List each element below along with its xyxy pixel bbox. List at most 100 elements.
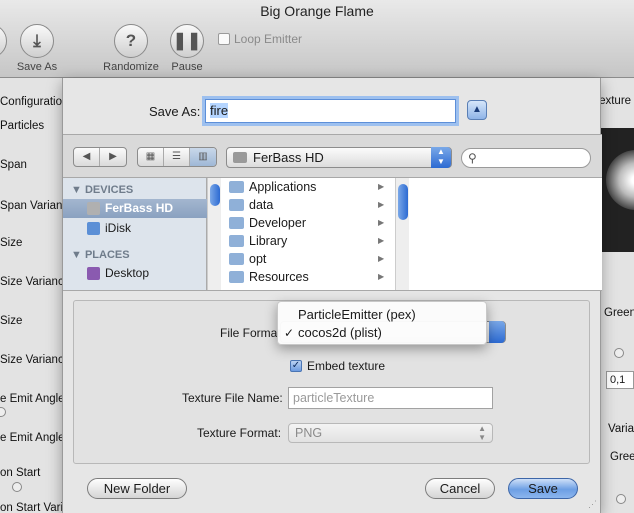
save-as-label: Save As: [149,104,201,119]
view-mode-control[interactable]: ▦ ☰ ▥ [137,147,217,167]
randomize-label: Randomize [103,61,159,73]
search-field[interactable]: ⚲ [461,148,591,168]
window-titlebar: Big Orange Flame ⤓ Save As ? Randomize ❚… [0,0,634,78]
folder-icon [229,253,244,265]
popup-arrows-icon: ▲ ▼ [431,147,451,168]
randomize-button[interactable]: ? Randomize [103,24,159,73]
expand-collapse-button[interactable]: ▲ [467,100,487,120]
devices-heading: ▼ DEVICES [71,184,134,196]
file-format-label: File Format: [220,326,285,340]
emit-angle-slider[interactable] [0,407,6,417]
loop-emitter-toggle[interactable]: Loop Emitter [218,32,302,46]
texture-format-label: Texture Format: [197,426,282,440]
file-format-menu: ParticleEmitter (pex) ✓ cocos2d (plist) [277,301,487,345]
green-variance-label: Green [610,451,634,463]
list-item[interactable]: Library ▶ [223,232,393,250]
location-popup[interactable]: FerBass HD ▲ ▼ [226,147,452,168]
menu-item-plist[interactable]: ✓ cocos2d (plist) [278,324,488,342]
rotation-start-label: on Start [0,467,41,479]
sidebar-item-desktop[interactable]: Desktop [63,264,207,283]
texture-file-name-label: Texture File Name: [182,391,283,405]
new-folder-button[interactable]: New Folder [87,478,187,499]
file-column-scrollbar[interactable] [395,178,409,290]
save-as-toolbar-button[interactable]: ⤓ Save As [9,24,65,73]
sidebar-scroll-thumb[interactable] [210,184,220,206]
chevron-right-icon: ▶ [378,272,385,281]
column-view-icon[interactable]: ▥ [190,148,216,166]
embed-texture-option[interactable]: ✓ Embed texture [290,359,385,373]
save-as-toolbar-label: Save As [16,61,58,73]
sidebar-item-ferbass-hd[interactable]: FerBass HD [63,199,207,218]
resize-grip-icon[interactable]: ⋰ [588,499,597,510]
menu-item-pex[interactable]: ParticleEmitter (pex) [278,306,488,324]
developer-folder-icon [229,217,244,229]
search-icon: ⚲ [468,151,477,165]
loop-emitter-label: Loop Emitter [234,32,303,46]
rotation-start-variance-label: on Start Varia [0,502,70,513]
rotation-start-slider[interactable] [12,482,22,492]
desktop-icon [87,267,100,280]
list-item[interactable]: Resources ▶ [223,268,393,286]
chevron-right-icon: ▶ [378,218,385,227]
window-title: Big Orange Flame [260,3,374,19]
list-item[interactable]: Applications ▶ [223,178,393,196]
file-browser: ▼ DEVICES FerBass HD iDisk ▼ PLACES Desk… [63,178,602,291]
embed-texture-checkbox[interactable]: ✓ [290,360,302,372]
list-item[interactable]: Developer ▶ [223,214,393,232]
green-variance-slider[interactable] [616,494,626,504]
idisk-icon [87,222,100,235]
list-view-icon[interactable]: ☰ [164,148,190,166]
sidebar-item-label: Desktop [105,266,150,280]
start-size-label: Size [0,237,23,249]
pause-icon: ❚❚ [170,24,204,58]
list-item[interactable]: opt ▶ [223,250,393,268]
chevron-right-icon: ▶ [378,254,385,263]
green-value-field[interactable]: 0,1 [606,371,634,389]
file-column: Applications ▶ data ▶ Developer ▶ Library ▶ … [223,178,393,286]
variance-label: Variance [608,423,634,435]
sidebar-item-idisk[interactable]: iDisk [63,219,207,238]
back-forward-control[interactable]: ◀ ▶ [73,147,127,167]
chevron-right-icon: ▶ [378,200,385,209]
green-slider[interactable] [614,348,624,358]
folder-icon [229,271,244,283]
file-column-scroll-thumb[interactable] [398,184,408,220]
hard-drive-icon [233,152,247,163]
folder-icon [229,199,244,211]
particles-label: Particles [0,120,45,132]
cancel-button[interactable]: Cancel [425,478,495,499]
sidebar-item-label: FerBass HD [105,201,174,215]
popup-arrows-icon [489,321,505,343]
chevron-right-icon: ▶ [378,182,385,191]
sidebar-item-label: iDisk [105,221,131,235]
icon-view-icon[interactable]: ▦ [138,148,164,166]
navigation-bar: ◀ ▶ ▦ ☰ ▥ FerBass HD ▲ ▼ ⚲ [63,134,602,178]
menu-item-label: cocos2d (plist) [298,325,382,340]
start-size-variance-label: Size Variance [0,276,71,288]
popup-arrows-icon: ▲ ▼ [478,424,486,442]
texture-format-value: PNG [295,426,323,440]
config-label: Configuration [0,96,69,108]
sidebar: ▼ DEVICES FerBass HD iDisk ▼ PLACES Desk… [63,178,207,290]
forward-icon[interactable]: ▶ [100,148,126,166]
save-as-icon: ⤓ [20,24,54,58]
texture-file-name-input[interactable]: particleTexture [288,387,493,409]
loop-emitter-checkbox[interactable] [218,33,230,45]
hard-drive-icon [87,202,100,215]
lifespan-label: Span [0,159,27,171]
sidebar-scrollbar[interactable] [207,178,221,290]
pause-label: Pause [171,61,203,73]
filename-input[interactable]: fire [205,99,456,123]
texture-preview [600,128,634,252]
back-icon[interactable]: ◀ [74,148,100,166]
list-item[interactable]: data ▶ [223,196,393,214]
green-label: Green [604,307,634,319]
filename-value: fire [210,103,229,118]
pause-button[interactable]: ❚❚ Pause [159,24,215,73]
texture-format-popup[interactable]: PNG ▲ ▼ [288,423,493,443]
save-button[interactable]: Save [508,478,578,499]
partial-icon [0,24,7,58]
save-sheet: Save As: fire ▲ ◀ ▶ ▦ ☰ ▥ FerBass HD ▲ ▼ … [62,78,602,513]
chevron-right-icon: ▶ [378,236,385,245]
library-folder-icon [229,235,244,247]
